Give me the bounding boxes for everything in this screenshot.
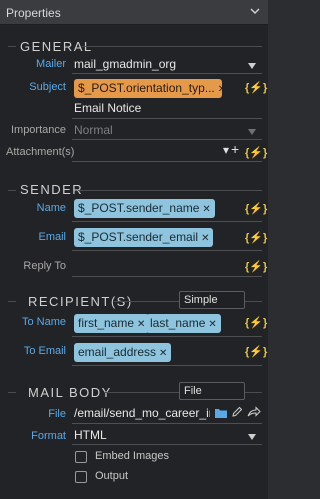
chevron-down-icon[interactable] [250, 6, 260, 16]
sender-name-tag-text: $_POST.sender_name [78, 201, 200, 215]
chevron-down-icon[interactable] [248, 434, 256, 440]
lightning-bolt-icon[interactable]: {⚡} [245, 81, 267, 94]
embed-images-checkbox[interactable] [75, 451, 87, 463]
subject-text[interactable]: Email Notice [74, 101, 141, 115]
field-underline [72, 423, 262, 424]
field-underline [72, 221, 262, 222]
to-name-tag-text: first_name [78, 316, 135, 330]
to-name-tag-text: last_name [150, 316, 206, 330]
close-icon[interactable]: ✕ [201, 233, 209, 244]
subject-tag-text: $_POST.orientation_typ... [78, 81, 215, 95]
to-email-label: To Email [23, 345, 66, 357]
lightning-bolt-icon[interactable]: {⚡} [245, 231, 267, 244]
sender-email-label: Email [38, 231, 66, 243]
divider [8, 392, 16, 393]
reply-to-input[interactable] [72, 276, 262, 277]
sender-email-tag[interactable]: $_POST.sender_email ✕ [74, 228, 214, 247]
share-arrow-icon[interactable] [247, 406, 261, 418]
subject-tag[interactable]: $_POST.orientation_typ... ✕ [74, 79, 222, 98]
importance-label: Importance [10, 124, 66, 136]
to-name-tag[interactable]: last_name ✕ [146, 314, 221, 333]
importance-select[interactable]: Normal [74, 123, 113, 137]
view-mode-tooltip: File [179, 382, 245, 400]
close-icon[interactable]: ✕ [137, 319, 145, 330]
reply-to-label: Reply To [23, 260, 66, 272]
subject-label: Subject [29, 81, 66, 93]
lightning-bolt-icon[interactable]: {⚡} [245, 146, 267, 159]
divider [8, 46, 16, 47]
lightning-bolt-icon[interactable]: {⚡} [245, 345, 267, 358]
format-select[interactable]: HTML [74, 428, 107, 442]
divider [78, 190, 262, 191]
to-email-tag-text: email_address [78, 345, 157, 359]
section-sender-heading: SENDER [20, 182, 84, 197]
embed-images-label: Embed Images [95, 450, 169, 462]
section-mail-body-heading: MAIL BODY [28, 385, 112, 400]
lightning-bolt-icon[interactable]: {⚡} [245, 316, 267, 329]
output-label: Output [95, 470, 129, 482]
file-label: File [48, 408, 66, 420]
field-underline [72, 444, 262, 445]
to-name-label: To Name [21, 316, 66, 328]
divider [8, 190, 16, 191]
field-underline [72, 118, 262, 119]
sender-name-label: Name [36, 202, 66, 214]
dropdown-icon[interactable]: ▾ [223, 143, 229, 157]
sender-name-tag[interactable]: $_POST.sender_name ✕ [74, 199, 215, 218]
file-path-input[interactable]: /email/send_mo_career_inbou [74, 406, 210, 420]
field-underline [72, 139, 262, 140]
properties-header[interactable]: Properties [0, 0, 268, 25]
attachments-label: Attachment(s) [6, 146, 75, 158]
to-name-tag[interactable]: first_name ✕ [74, 314, 150, 333]
close-icon[interactable]: ✕ [208, 319, 216, 330]
format-label: Format [31, 430, 66, 442]
divider [8, 301, 16, 302]
properties-panel: GENERAL Mailer mail_gmadmin_org Subject … [0, 25, 268, 499]
field-underline [72, 161, 262, 162]
sender-email-tag-text: $_POST.sender_email [78, 230, 199, 244]
field-underline [72, 336, 262, 337]
chevron-down-icon[interactable] [248, 63, 256, 69]
folder-icon[interactable] [214, 407, 228, 419]
field-underline [72, 250, 262, 251]
mailer-value[interactable]: mail_gmadmin_org [74, 57, 176, 71]
output-checkbox[interactable] [75, 471, 87, 483]
divider [82, 46, 262, 47]
close-icon[interactable]: ✕ [202, 204, 210, 215]
mailer-label: Mailer [36, 58, 66, 70]
plus-icon[interactable]: + [231, 141, 239, 157]
field-underline [72, 73, 262, 74]
view-mode-tooltip: Simple [179, 291, 245, 309]
lightning-bolt-icon[interactable]: {⚡} [245, 202, 267, 215]
lightning-bolt-icon[interactable]: {⚡} [245, 260, 267, 273]
pencil-icon[interactable] [231, 406, 243, 418]
to-email-tag[interactable]: email_address ✕ [74, 343, 172, 362]
chevron-down-icon[interactable] [248, 129, 256, 135]
close-icon[interactable]: ✕ [159, 348, 167, 359]
close-icon[interactable]: ✕ [218, 84, 222, 95]
panel-title: Properties [6, 6, 61, 20]
field-underline [72, 365, 262, 366]
